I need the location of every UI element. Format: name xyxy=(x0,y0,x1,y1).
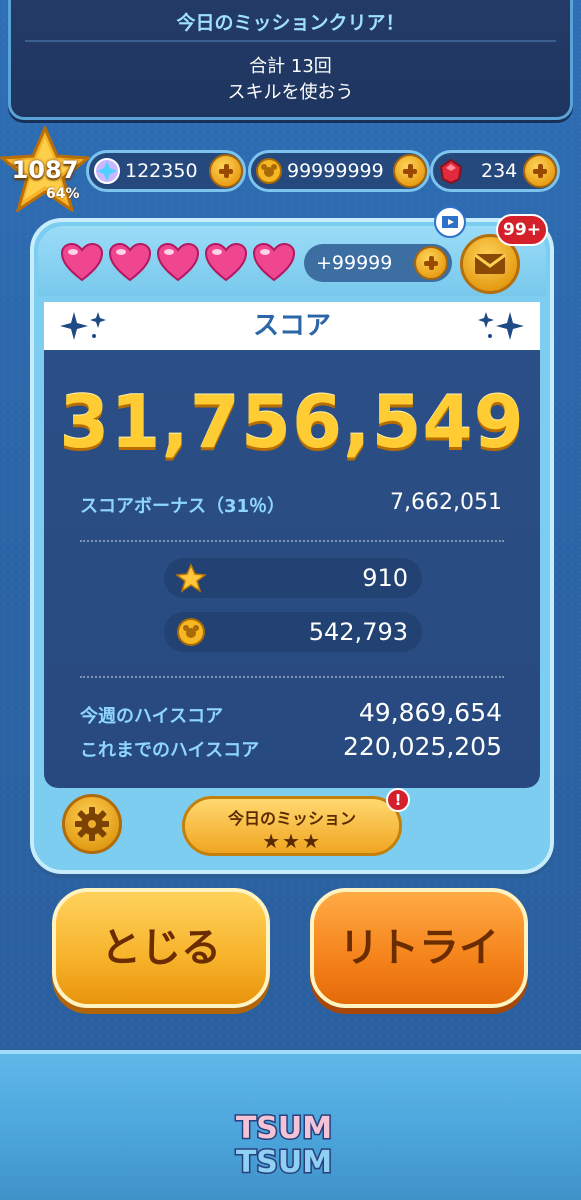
coin-icon xyxy=(256,158,282,184)
score-body: 31,756,549 スコアボーナス（31％） 7,662,051 910 54… xyxy=(44,350,540,788)
video-ad-icon[interactable] xyxy=(434,206,466,238)
gems-pill: 122350 xyxy=(86,150,246,192)
level-progress: 64% xyxy=(46,186,80,202)
add-gems-button[interactable] xyxy=(209,154,243,188)
retry-button[interactable]: リトライ xyxy=(310,888,528,1008)
tsum-tsum-logo: TSUM TSUM xyxy=(234,1110,333,1182)
add-coins-button[interactable] xyxy=(393,154,427,188)
add-lives-button[interactable] xyxy=(414,246,448,280)
rubies-pill: 234 xyxy=(430,150,560,192)
close-button[interactable]: とじる xyxy=(52,888,270,1008)
divider xyxy=(25,40,556,42)
score-panel: +99999 99+ スコア 31,756,549 スコアボーナス（31％） 7… xyxy=(30,206,554,874)
svg-text:TSUM: TSUM xyxy=(236,1111,332,1146)
divider xyxy=(80,676,504,678)
rubies-value: 234 xyxy=(481,160,518,182)
coins-pill: 99999999 xyxy=(248,150,430,192)
bottom-bar: TSUM TSUM xyxy=(0,1050,581,1200)
level-star[interactable]: 1087 64% xyxy=(0,126,90,212)
mission-alert-badge: ! xyxy=(386,788,410,812)
coin-icon xyxy=(177,618,205,646)
close-button-label: とじる xyxy=(101,925,221,971)
stars-earned-pill: 910 xyxy=(164,558,422,598)
score-bonus-label: スコアボーナス（31％） xyxy=(80,496,286,517)
star-icon xyxy=(176,563,206,593)
heart-icon xyxy=(156,242,200,282)
alltime-high-label: これまでのハイスコア xyxy=(80,740,260,761)
svg-text:TSUM: TSUM xyxy=(236,1145,332,1180)
coins-earned-pill: 542,793 xyxy=(164,612,422,652)
score-header-label: スコア xyxy=(252,311,331,341)
ruby-icon xyxy=(439,158,463,185)
mission-banner-title: 今日のミッションクリア！ xyxy=(176,12,405,34)
coins-value: 99999999 xyxy=(287,160,384,182)
mission-banner: 今日のミッションクリア！ 合計 13回 スキルを使おう xyxy=(8,0,573,120)
daily-mission-button[interactable]: 今日のミッション ★★★ xyxy=(182,796,402,856)
heart-icon xyxy=(252,242,296,282)
daily-mission-stars: ★★★ xyxy=(262,829,322,853)
weekly-high-label: 今週のハイスコア xyxy=(80,706,224,727)
coins-earned-value: 542,793 xyxy=(308,618,408,646)
final-score: 31,756,549 xyxy=(59,380,525,464)
mission-banner-line2: スキルを使おう xyxy=(227,82,354,103)
add-rubies-button[interactable] xyxy=(523,154,557,188)
heart-icon xyxy=(60,242,104,282)
gems-value: 122350 xyxy=(125,160,198,182)
gem-icon xyxy=(94,158,120,184)
heart-icon xyxy=(108,242,152,282)
daily-mission-label: 今日のミッション xyxy=(227,809,356,828)
lives-bonus-value: +99999 xyxy=(316,252,393,274)
gear-icon xyxy=(75,807,109,841)
retry-button-label: リトライ xyxy=(339,925,499,971)
weekly-high-value: 49,869,654 xyxy=(358,698,502,727)
lives-pill: +99999 xyxy=(304,244,452,282)
divider xyxy=(80,540,504,542)
stars-earned-value: 910 xyxy=(362,564,408,592)
level-number: 1087 xyxy=(11,156,79,184)
heart-icon xyxy=(204,242,248,282)
settings-button[interactable] xyxy=(62,794,122,854)
film-icon xyxy=(442,216,458,228)
score-header: スコア xyxy=(44,302,540,350)
score-bonus-value: 7,662,051 xyxy=(390,490,502,515)
alltime-high-value: 220,025,205 xyxy=(342,732,502,761)
mission-banner-line1: 合計 13回 xyxy=(249,56,332,77)
mail-count-badge: 99+ xyxy=(496,214,548,246)
sparkle-icon xyxy=(478,312,524,340)
